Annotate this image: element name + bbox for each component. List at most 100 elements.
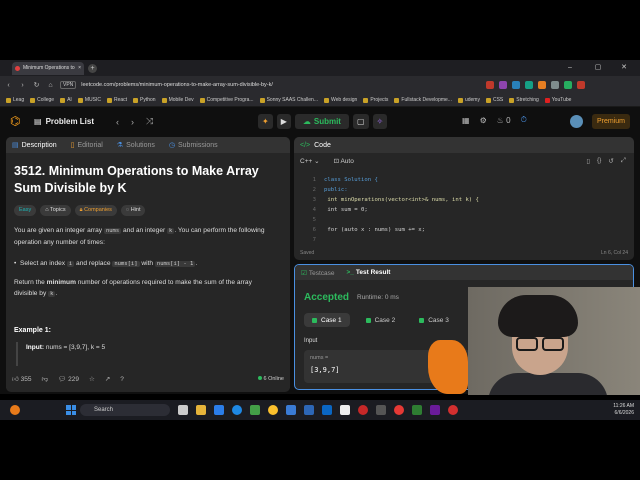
tab-submissions[interactable]: ◷ Submissions xyxy=(169,141,218,149)
runtime-text: Runtime: 0 ms xyxy=(357,294,399,301)
chrome-icon[interactable] xyxy=(268,405,278,415)
avatar[interactable] xyxy=(570,115,583,128)
tab-testcase[interactable]: ☑ Testcase xyxy=(301,269,334,277)
bookmark[interactable]: Sonny SAAS Challen... xyxy=(259,97,318,103)
settings-gear-icon[interactable]: ⚙ xyxy=(480,116,487,125)
extension-icon[interactable] xyxy=(512,81,521,89)
prev-problem-icon[interactable]: ‹ xyxy=(116,117,119,127)
extension-icon[interactable] xyxy=(551,81,560,89)
bookmark[interactable]: Projects xyxy=(363,97,388,103)
bookmark[interactable]: Fullstack Developme... xyxy=(394,97,452,103)
bookmark[interactable]: AI xyxy=(60,97,72,103)
bookmark[interactable]: Python xyxy=(133,97,156,103)
taskbar-clock[interactable]: 11:26 AM 6/6/2026 xyxy=(613,403,634,417)
reload-icon[interactable]: ↻ xyxy=(32,81,41,89)
opera-icon[interactable] xyxy=(358,405,368,415)
run-icon[interactable]: ▶ xyxy=(276,114,291,129)
bookmark-icon[interactable]: ▯ xyxy=(586,157,590,165)
streak-fire-icon[interactable]: ♨ 0 xyxy=(497,116,511,125)
auto-mode[interactable]: ⊡ Auto xyxy=(334,157,354,165)
dislike-icon[interactable]: 👎︎ xyxy=(41,375,48,383)
premium-button[interactable]: Premium xyxy=(592,114,631,129)
word-icon[interactable] xyxy=(304,405,314,415)
file-explorer-icon[interactable] xyxy=(196,405,206,415)
share-icon[interactable]: ↗ xyxy=(105,375,110,383)
extension-icon[interactable] xyxy=(577,81,586,89)
next-problem-icon[interactable]: › xyxy=(131,117,134,127)
windows-start-icon[interactable] xyxy=(66,405,76,415)
code-editor[interactable]: 1 class Solution { 2 public: 3 int minOper… xyxy=(304,175,624,245)
submit-button[interactable]: ☁ Submit xyxy=(294,114,349,129)
extension-icon[interactable] xyxy=(525,81,534,89)
bookmark[interactable]: YouTube xyxy=(544,97,571,103)
terminal-app-icon[interactable] xyxy=(376,405,386,415)
tab-description[interactable]: ▤ Description xyxy=(12,141,57,149)
bookmark[interactable]: Competitive Progra... xyxy=(199,97,254,103)
case-3-tab[interactable]: Case 3 xyxy=(411,313,457,327)
extension-icon[interactable] xyxy=(564,81,573,89)
bookmark[interactable]: Leag xyxy=(6,97,24,103)
close-window-icon[interactable]: ✕ xyxy=(614,60,634,76)
bookmark[interactable]: udemy xyxy=(457,97,480,103)
app-icon[interactable] xyxy=(340,405,350,415)
bookmark[interactable]: College xyxy=(30,97,54,103)
back-icon[interactable]: ‹ xyxy=(4,82,13,89)
topics-tag[interactable]: ⌂ Topics xyxy=(40,205,71,216)
app-icon[interactable] xyxy=(250,405,260,415)
maximize-icon[interactable]: ▢ xyxy=(588,60,608,76)
problem-list-button[interactable]: Problem List xyxy=(46,117,94,126)
language-select[interactable]: C++ ⌄ xyxy=(300,157,320,165)
extension-icon[interactable] xyxy=(538,81,547,89)
app-icon[interactable] xyxy=(322,405,332,415)
extension-icon[interactable] xyxy=(499,81,508,89)
browser-tab[interactable]: Minimum Operations to M × xyxy=(12,61,84,75)
code-tab[interactable]: </> Code xyxy=(294,137,634,153)
task-view-icon[interactable] xyxy=(178,405,188,415)
leetcode-logo-icon[interactable]: ⌬ xyxy=(10,114,24,130)
hint-tag[interactable]: ◌ Hint xyxy=(120,205,146,216)
companies-tag[interactable]: 🔒︎ Companies xyxy=(74,205,117,216)
reset-icon[interactable]: ↺ xyxy=(608,157,613,165)
tab-editorial[interactable]: ▯ Editorial xyxy=(71,141,103,149)
weather-icon[interactable] xyxy=(10,405,20,415)
bookmark[interactable]: Web design xyxy=(324,97,357,103)
status-badge: Accepted xyxy=(304,292,350,303)
star-icon[interactable]: ☆ xyxy=(89,375,95,383)
case-1-tab[interactable]: Case 1 xyxy=(304,313,350,327)
bookmark[interactable]: MUSIC xyxy=(77,97,101,103)
store-icon[interactable] xyxy=(214,405,224,415)
comments-button[interactable]: 💬︎ 229 xyxy=(58,375,79,383)
close-tab-icon[interactable]: × xyxy=(78,65,81,71)
timer-icon[interactable]: ⏱ xyxy=(521,115,527,125)
fullscreen-icon[interactable]: ⤢ xyxy=(621,157,626,165)
bookmark[interactable]: Mobile Dev xyxy=(161,97,194,103)
tab-test-result[interactable]: >_ Test Result xyxy=(346,269,390,276)
app-icon[interactable] xyxy=(430,405,440,415)
app-icon[interactable] xyxy=(394,405,404,415)
layout-icon[interactable]: ▦ xyxy=(462,116,470,125)
app-icon[interactable] xyxy=(448,405,458,415)
extension-icon[interactable] xyxy=(486,81,495,89)
bookmark[interactable]: React xyxy=(106,97,127,103)
like-button[interactable]: 👍︎ 355 xyxy=(12,375,31,383)
shuffle-icon[interactable]: ⤨ xyxy=(146,116,153,127)
url-input[interactable]: leetcode.com/problems/minimum-operations… xyxy=(81,79,481,91)
edge-icon[interactable] xyxy=(232,405,242,415)
taskbar-search[interactable]: Search xyxy=(80,404,170,416)
notes-icon[interactable]: ▢ xyxy=(352,114,369,129)
minimize-icon[interactable]: – xyxy=(560,60,580,76)
vscode-icon[interactable] xyxy=(286,405,296,415)
tab-solutions[interactable]: ⚗ Solutions xyxy=(117,141,155,149)
bookmark[interactable]: Stretching xyxy=(509,97,539,103)
app-icon[interactable] xyxy=(412,405,422,415)
new-tab-button[interactable]: + xyxy=(88,63,97,73)
ai-sparkle-icon[interactable]: ✧ xyxy=(372,114,388,129)
vpn-badge[interactable]: VPN xyxy=(60,81,77,89)
forward-icon[interactable]: › xyxy=(18,82,27,89)
case-2-tab[interactable]: Case 2 xyxy=(358,313,404,327)
bookmark[interactable]: CSS xyxy=(485,97,503,103)
help-icon[interactable]: ? xyxy=(120,376,124,383)
debug-icon[interactable]: ✦ xyxy=(258,114,273,129)
home-icon[interactable]: ⌂ xyxy=(46,82,55,89)
braces-icon[interactable]: {} xyxy=(597,157,601,165)
